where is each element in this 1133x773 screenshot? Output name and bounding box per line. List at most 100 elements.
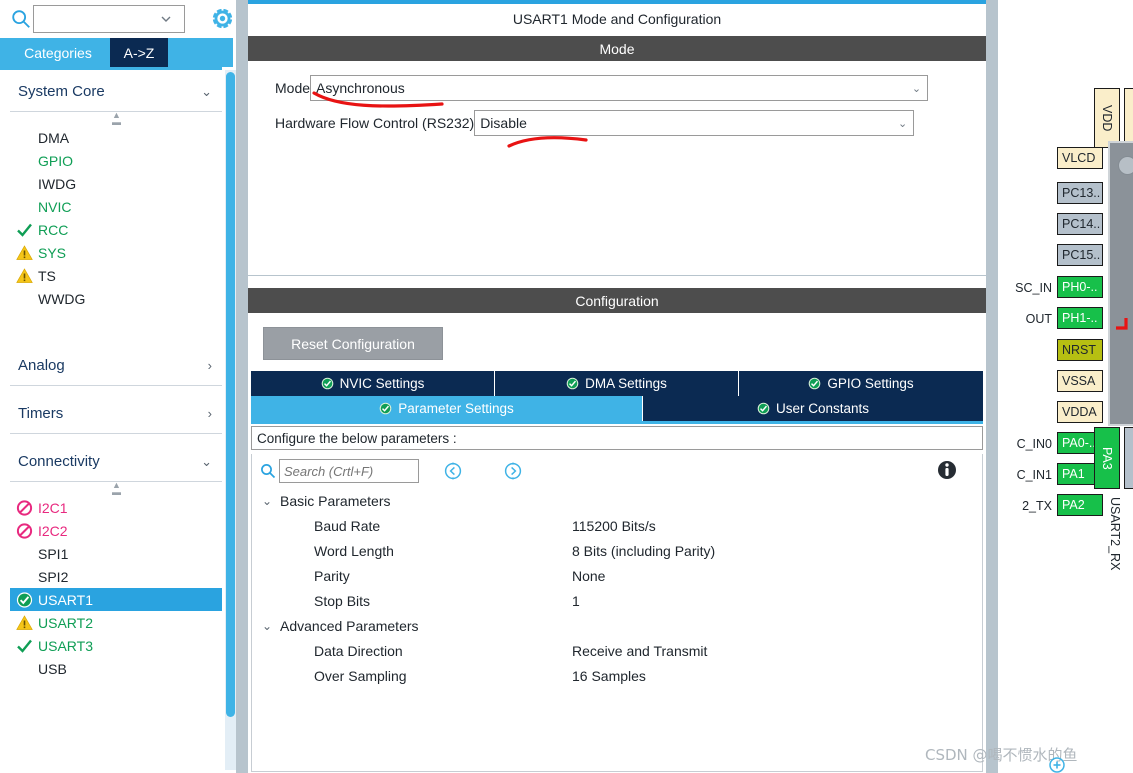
tab-label: User Constants: [775, 401, 870, 416]
mode-row: Mode Asynchronous ⌄: [275, 75, 929, 101]
ip-item-usb[interactable]: USB: [10, 657, 222, 680]
tree-group-basic-parameters[interactable]: ⌄ Basic Parameters: [252, 488, 984, 513]
param-row-stop-bits[interactable]: Stop Bits 1: [252, 588, 984, 613]
check-icon: [17, 223, 32, 237]
group-header-connectivity[interactable]: Connectivity ⌄: [10, 442, 222, 482]
pin-adjacent-right[interactable]: [1124, 88, 1133, 148]
check-circle-icon: [321, 377, 333, 390]
pin-signal-label-pa3: USART2_RX: [1108, 497, 1122, 571]
configuration-tabbar-top: NVIC Settings DMA Settings GPIO Settings: [251, 371, 983, 396]
param-row-data-direction[interactable]: Data Direction Receive and Transmit: [252, 638, 984, 663]
ip-item-dma[interactable]: DMA: [10, 126, 222, 149]
check-icon: [17, 639, 32, 653]
pin-label: PA2: [1062, 498, 1085, 512]
parameter-settings-panel: ⌄ Basic Parameters Baud Rate 115200 Bits…: [251, 454, 983, 772]
ip-item-i2c2[interactable]: I2C2: [10, 519, 222, 542]
ip-item-rcc[interactable]: RCC: [10, 218, 222, 241]
group-header-analog[interactable]: Analog ›: [10, 346, 222, 386]
tab-parameter-settings[interactable]: Parameter Settings: [251, 396, 643, 421]
tree-group-advanced-parameters[interactable]: ⌄ Advanced Parameters: [252, 613, 984, 638]
tab-a-to-z[interactable]: A->Z: [110, 38, 168, 67]
pin-ph0[interactable]: PH0-..: [1057, 276, 1103, 298]
list-scroll-nub[interactable]: ▲ ▬: [10, 111, 222, 127]
ip-search-input[interactable]: [33, 5, 185, 33]
pinout-preview: VDD VLCD PC13.. PC14.. PC15.. PH0-.. PH1…: [998, 0, 1133, 773]
ip-item-nvic[interactable]: NVIC: [10, 195, 222, 218]
pin-nrst[interactable]: NRST: [1057, 339, 1103, 361]
param-name: Data Direction: [314, 642, 403, 659]
chevron-down-icon: ⌄: [201, 453, 212, 469]
param-value: 115200 Bits/s: [572, 517, 656, 534]
group-header-system-core[interactable]: System Core ⌄: [10, 72, 222, 112]
gear-icon[interactable]: [209, 5, 236, 32]
ip-item-label: I2C1: [38, 499, 68, 516]
chevron-down-icon: ⌄: [262, 493, 273, 508]
pin-pc14[interactable]: PC14..: [1057, 213, 1103, 235]
ip-item-label: USART2: [38, 614, 93, 631]
pin-pa3[interactable]: PA3: [1094, 427, 1120, 489]
pin-label: VLCD: [1062, 151, 1096, 165]
param-value: 16 Samples: [572, 667, 646, 684]
panel-divider-right[interactable]: [986, 0, 998, 773]
ip-item-label: DMA: [38, 129, 70, 146]
chevron-left-circle-icon[interactable]: [444, 462, 462, 480]
pin-pa2[interactable]: PA2: [1057, 494, 1103, 516]
pin-vlcd[interactable]: VLCD: [1057, 147, 1103, 169]
list-scroll-nub[interactable]: ▲ ▬: [10, 480, 222, 497]
param-name: Stop Bits: [314, 592, 371, 609]
ip-item-gpio[interactable]: GPIO: [10, 149, 222, 172]
pin-pc15[interactable]: PC15..: [1057, 244, 1103, 266]
param-row-baud-rate[interactable]: Baud Rate 115200 Bits/s: [252, 513, 984, 538]
nub-arrows: ▲ ▬: [112, 480, 121, 497]
ip-item-ts[interactable]: TS: [10, 264, 222, 287]
active-tab-underline: [251, 421, 983, 424]
ip-item-iwdg[interactable]: IWDG: [10, 172, 222, 195]
tab-categories[interactable]: Categories: [8, 38, 108, 67]
mode-select[interactable]: Asynchronous ⌄: [310, 75, 929, 101]
ip-item-wwdg[interactable]: WWDG: [10, 287, 222, 310]
parameter-search-input[interactable]: [279, 459, 419, 483]
ip-search-row: [0, 0, 236, 38]
tabs-underline: [0, 67, 222, 70]
hardware-flow-control-select[interactable]: Disable ⌄: [474, 110, 915, 136]
ip-tree-tabs: Categories A->Z: [0, 38, 233, 67]
reset-configuration-button[interactable]: Reset Configuration: [263, 327, 443, 360]
forbidden-icon: [16, 499, 33, 516]
param-row-over-sampling[interactable]: Over Sampling 16 Samples: [252, 663, 984, 688]
warning-icon: [16, 614, 33, 630]
pin-ph1[interactable]: PH1-..: [1057, 307, 1103, 329]
param-row-word-length[interactable]: Word Length 8 Bits (including Parity): [252, 538, 984, 563]
parameter-toolbar: [252, 454, 984, 488]
pin-vdd[interactable]: VDD: [1094, 88, 1120, 148]
ip-item-usart3[interactable]: USART3: [10, 634, 222, 657]
check-circle-icon: [379, 402, 392, 415]
pin-vdda[interactable]: VDDA: [1057, 401, 1103, 423]
list-gap: [10, 386, 222, 394]
group-header-timers[interactable]: Timers ›: [10, 394, 222, 434]
mode-section-title: Mode: [599, 40, 635, 57]
ip-item-spi1[interactable]: SPI1: [10, 542, 222, 565]
tab-gpio-settings[interactable]: GPIO Settings: [739, 371, 983, 396]
ip-list-scrollbar-thumb[interactable]: [226, 72, 235, 717]
tab-user-constants[interactable]: User Constants: [643, 396, 983, 421]
param-row-parity[interactable]: Parity None: [252, 563, 984, 588]
pin-adjacent-bottom[interactable]: [1124, 427, 1133, 489]
ip-item-label: IWDG: [38, 175, 77, 192]
pin-label: PH1-..: [1062, 311, 1098, 325]
ip-item-spi2[interactable]: SPI2: [10, 565, 222, 588]
tab-nvic-settings[interactable]: NVIC Settings: [251, 371, 495, 396]
info-icon[interactable]: [937, 460, 957, 480]
ip-item-usart1[interactable]: USART1: [10, 588, 222, 611]
ip-item-usart2[interactable]: USART2: [10, 611, 222, 634]
chevron-down-icon: ⌄: [897, 117, 908, 130]
ip-item-i2c1[interactable]: I2C1: [10, 496, 222, 519]
pin-vssa[interactable]: VSSA: [1057, 370, 1103, 392]
pin-pc13[interactable]: PC13..: [1057, 182, 1103, 204]
panel-divider-left[interactable]: [236, 0, 248, 773]
ip-item-sys[interactable]: SYS: [10, 241, 222, 264]
chevron-right-circle-icon[interactable]: [504, 462, 522, 480]
tab-dma-settings[interactable]: DMA Settings: [495, 371, 739, 396]
annotation-underline-hwfc: [507, 136, 588, 148]
ip-tree-panel: Categories A->Z System Core ⌄ ▲ ▬ DMA GPI…: [0, 0, 236, 773]
pin-signal-label-ph0: SC_IN: [1015, 281, 1052, 295]
